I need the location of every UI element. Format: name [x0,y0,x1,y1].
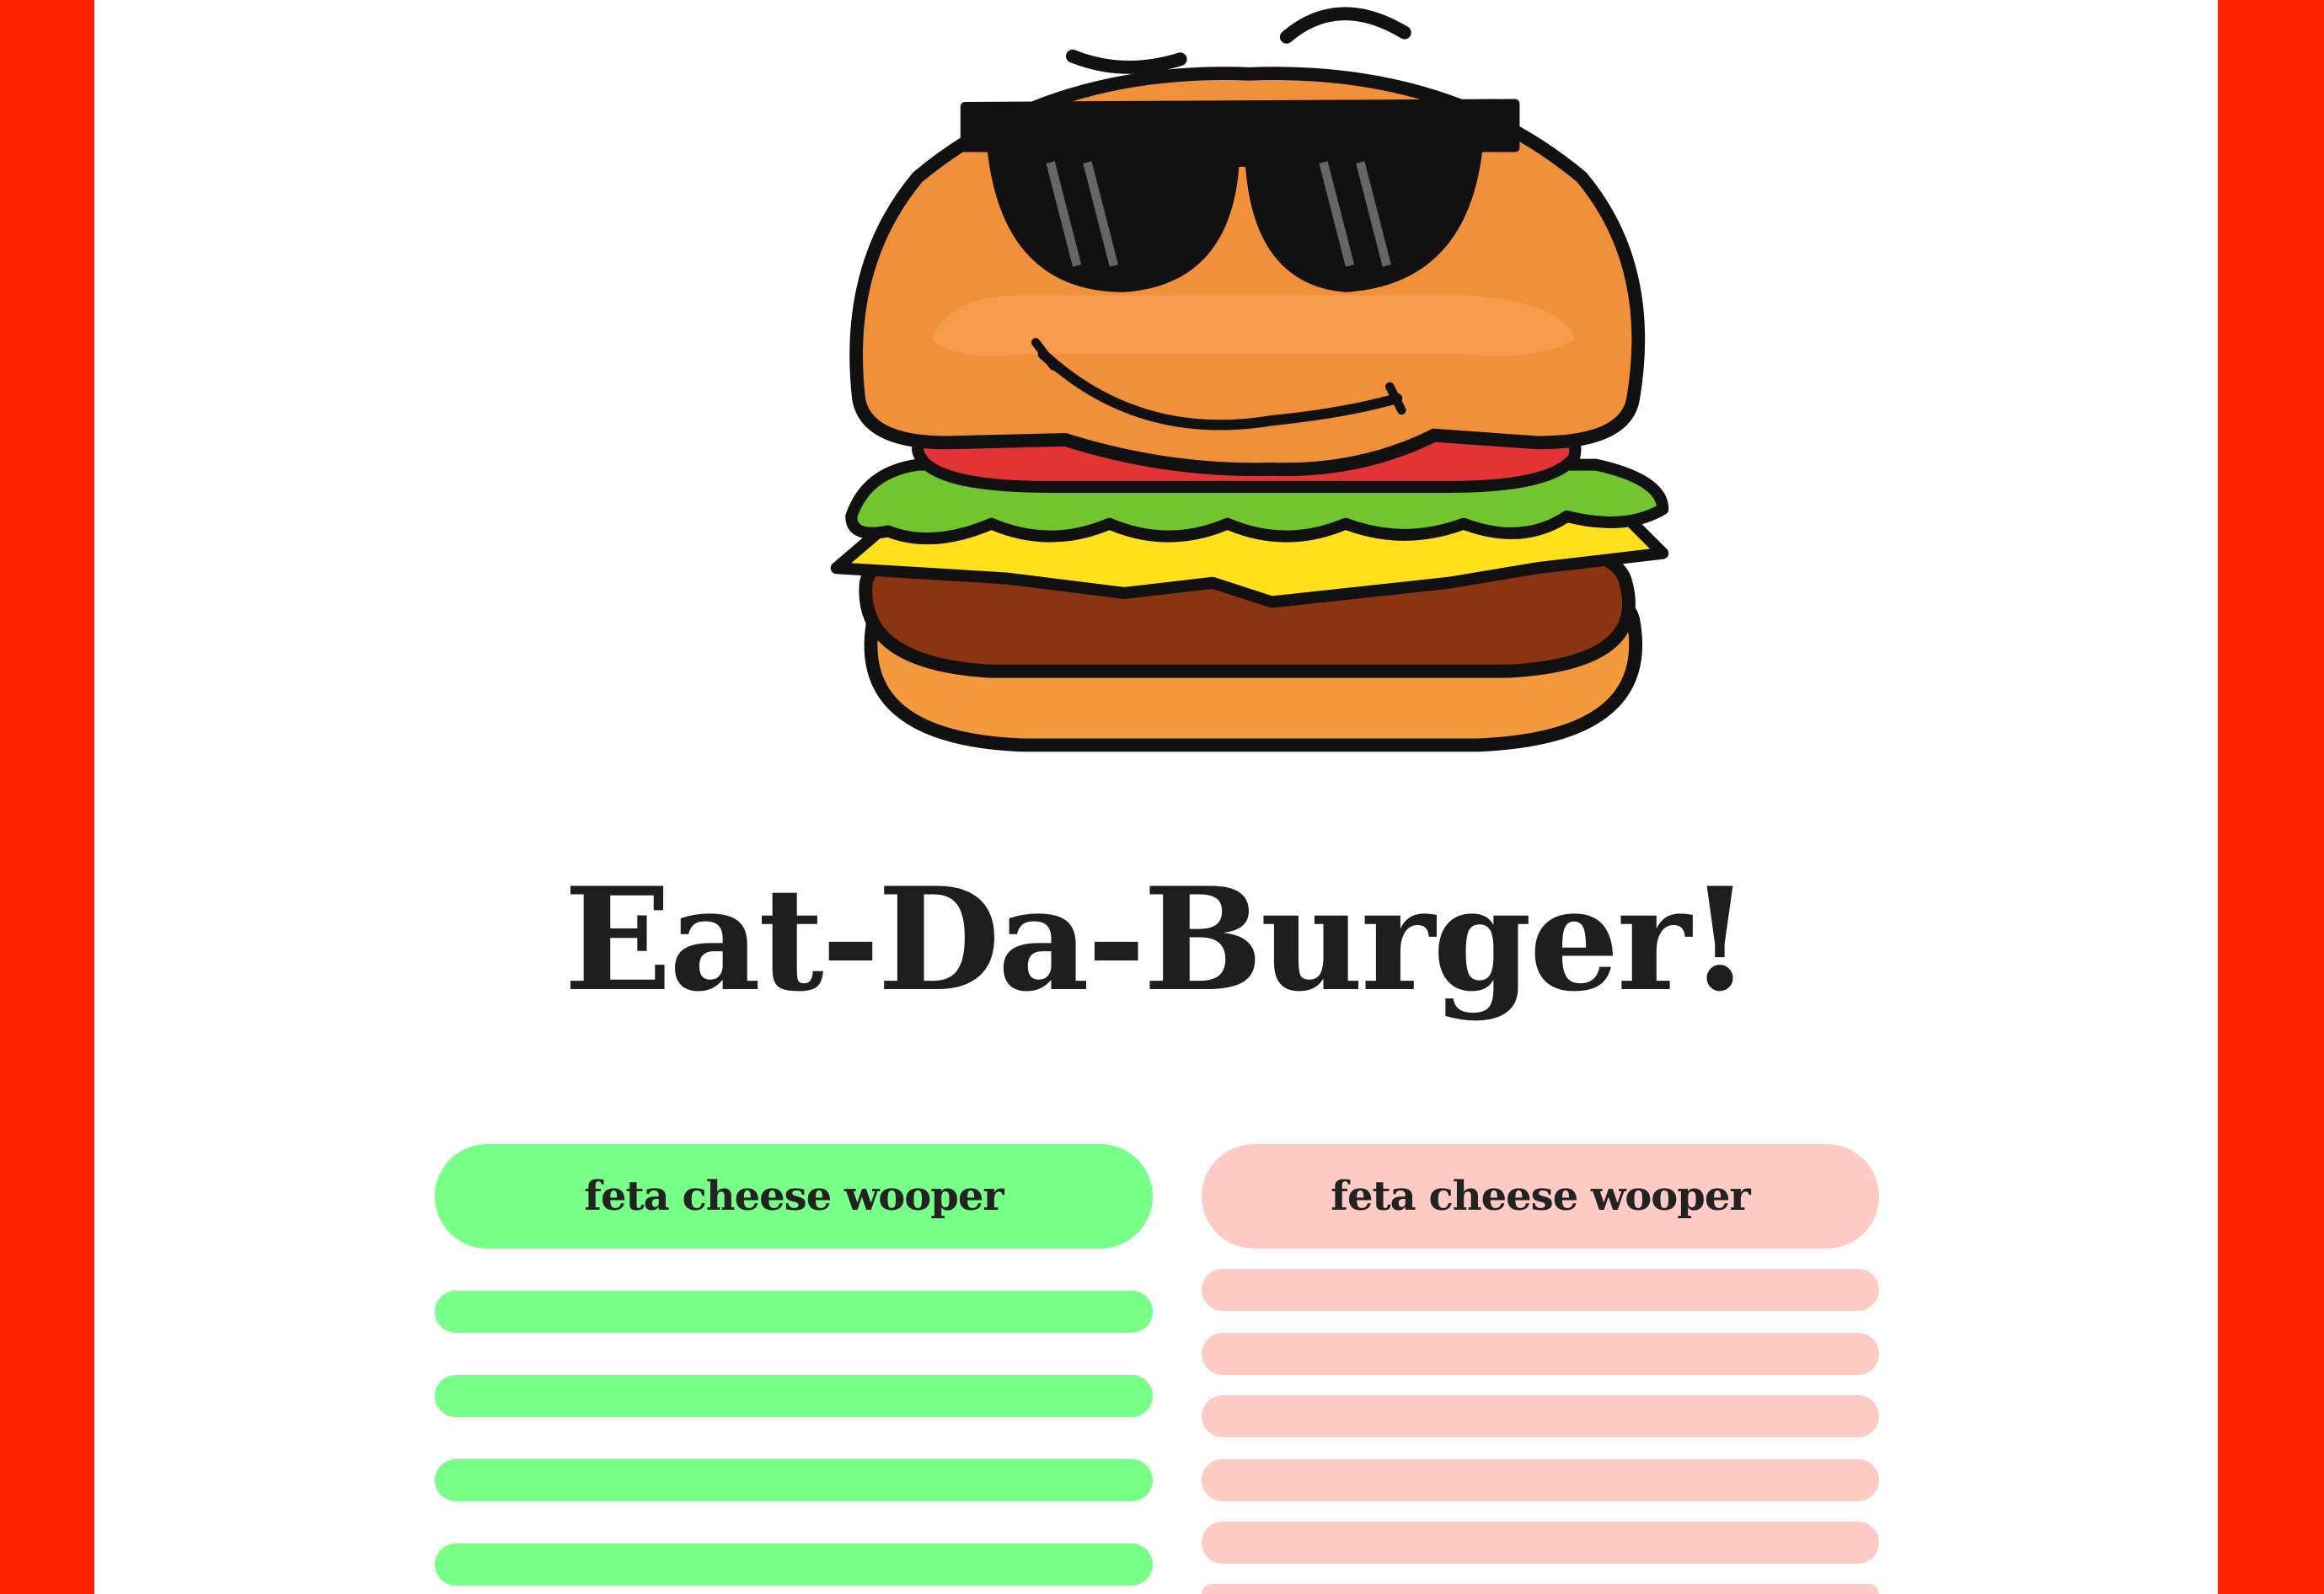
uneaten-burger-button[interactable] [435,1459,1153,1501]
burger-name-label: feta cheese wooper [1331,1173,1750,1220]
page-title: Eat-Da-Burger! [564,856,1751,1023]
page-container: Eat-Da-Burger! feta cheese wooper feta c… [94,0,2218,1594]
burger-logo-icon [829,0,1670,760]
burger-name-label: feta cheese wooper [584,1173,1004,1220]
devoured-burger-item [1202,1459,1879,1501]
devoured-burger-item [1202,1395,1879,1437]
uneaten-burger-button[interactable] [435,1543,1153,1586]
devoured-burger-item: feta cheese wooper [1202,1144,1879,1249]
devoured-burger-item [1202,1333,1879,1375]
devoured-burger-item [1202,1269,1879,1311]
devoured-burger-item [1202,1522,1879,1564]
devoured-burger-item [1202,1584,1879,1594]
uneaten-burger-button[interactable]: feta cheese wooper [435,1144,1153,1249]
uneaten-burger-button[interactable] [435,1291,1153,1333]
uneaten-burger-button[interactable] [435,1375,1153,1417]
